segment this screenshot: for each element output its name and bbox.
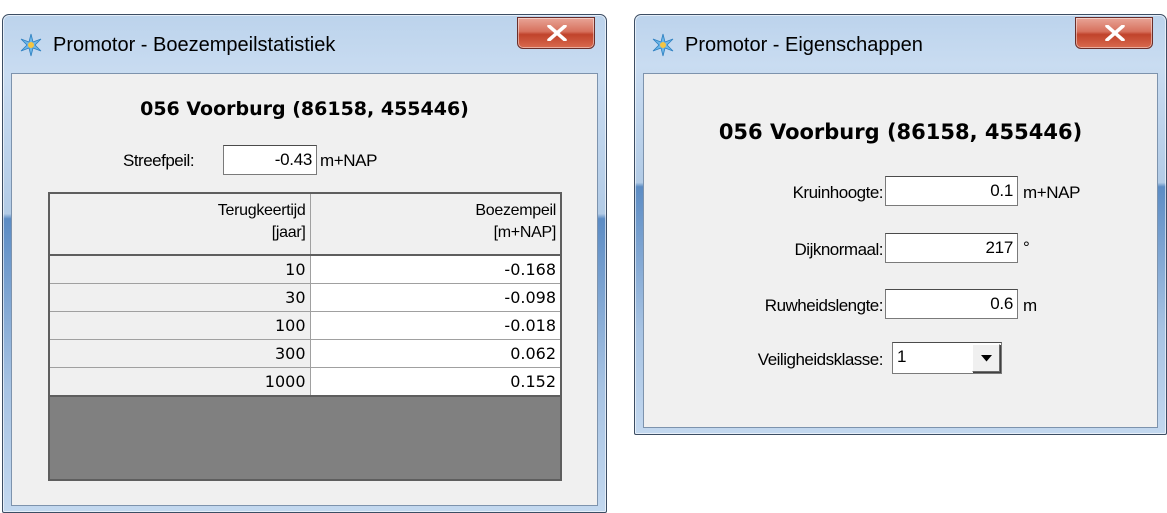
streefpeil-unit: m+NAP	[320, 151, 378, 170]
dropdown-button[interactable]	[972, 344, 1000, 372]
selected-value: 1	[897, 347, 907, 366]
close-x-icon	[1105, 25, 1125, 41]
level-cell[interactable]: 0.062	[310, 339, 560, 368]
title-bar[interactable]: Promotor - Eigenschappen	[635, 15, 1166, 73]
ruwheidslengte-field[interactable]: 0.6	[885, 289, 1018, 319]
chevron-down-icon	[981, 355, 992, 362]
station-title: 056 Voorburg (86158, 455446)	[140, 98, 469, 120]
level-cell[interactable]: -0.098	[310, 283, 560, 312]
table-row[interactable]: 100 -0.018	[50, 311, 560, 340]
close-button[interactable]	[517, 17, 595, 49]
return-period-cell: 100	[50, 311, 311, 340]
level-cell[interactable]: -0.018	[310, 311, 560, 340]
table-row[interactable]: 1000 0.152	[50, 367, 560, 397]
promotor-app-icon	[20, 33, 42, 57]
return-period-cell: 10	[50, 255, 311, 284]
veiligheidsklasse-select[interactable]: 1	[892, 342, 1002, 374]
client-area: 056 Voorburg (86158, 455446) Streefpeil:…	[11, 73, 598, 506]
client-area: 056 Voorburg (86158, 455446) Kruinhoogte…	[643, 73, 1158, 428]
veiligheidsklasse-label: Veiligheidsklasse:	[757, 350, 884, 369]
return-period-cell: 1000	[50, 367, 311, 397]
kruinhoogte-field[interactable]: 0.1	[885, 176, 1018, 206]
window-title: Promotor - Boezempeilstatistiek	[53, 34, 336, 56]
title-bar[interactable]: Promotor - Boezempeilstatistiek	[3, 15, 606, 73]
table-header-row: Terugkeertijd [jaar] Boezempeil [m+NAP]	[50, 194, 560, 256]
return-period-cell: 30	[50, 283, 311, 312]
window-title: Promotor - Eigenschappen	[685, 34, 923, 56]
kruinhoogte-unit: m+NAP	[1023, 183, 1081, 202]
column-header-terugkeertijd[interactable]: Terugkeertijd [jaar]	[50, 194, 311, 256]
streefpeil-label: Streefpeil:	[123, 151, 195, 170]
table-row[interactable]: 10 -0.168	[50, 255, 560, 284]
dijknormaal-label: Dijknormaal:	[794, 240, 884, 259]
eigenschappen-window: Promotor - Eigenschappen 056 Voorburg (8…	[634, 14, 1167, 435]
dijknormaal-field[interactable]: 217	[885, 233, 1018, 263]
close-x-icon	[547, 25, 567, 41]
ruwheidslengte-unit: m	[1023, 296, 1037, 315]
table-row[interactable]: 300 0.062	[50, 339, 560, 368]
promotor-app-icon	[652, 33, 674, 57]
streefpeil-field[interactable]: -0.43	[223, 145, 317, 175]
level-cell[interactable]: 0.152	[310, 367, 560, 397]
boezempeil-table[interactable]: Terugkeertijd [jaar] Boezempeil [m+NAP] 10…	[48, 192, 562, 481]
dijknormaal-unit: °	[1023, 238, 1030, 257]
ruwheidslengte-label: Ruwheidslengte:	[764, 296, 884, 315]
close-button[interactable]	[1075, 17, 1153, 49]
station-title: 056 Voorburg (86158, 455446)	[718, 120, 1083, 144]
boezempeilstatistiek-window: Promotor - Boezempeilstatistiek 056 Voor…	[2, 14, 607, 513]
column-header-boezempeil[interactable]: Boezempeil [m+NAP]	[310, 194, 560, 256]
return-period-cell: 300	[50, 339, 311, 368]
level-cell[interactable]: -0.168	[310, 255, 560, 284]
table-row[interactable]: 30 -0.098	[50, 283, 560, 312]
kruinhoogte-label: Kruinhoogte:	[792, 183, 884, 202]
